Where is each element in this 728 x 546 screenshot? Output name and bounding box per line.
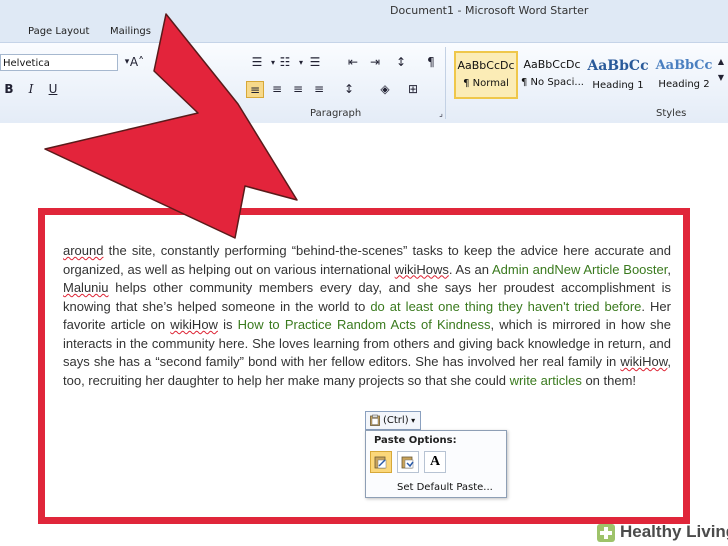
- paste-keep-source-glyph: [374, 456, 387, 469]
- grow-font-icon[interactable]: A˄: [128, 54, 146, 71]
- paste-ctrl-label: (Ctrl): [383, 415, 409, 426]
- font-name-box[interactable]: Helvetica: [0, 54, 118, 71]
- style-sample: AaBbCc: [587, 58, 649, 74]
- style-sample: AaBbCc: [655, 58, 713, 73]
- text-link[interactable]: andNew Article Booster: [533, 262, 668, 277]
- paste-options-menu: Paste Options: A Set Default Paste...: [365, 430, 507, 498]
- healthy-living-logo-icon: [597, 524, 615, 542]
- increase-indent-icon[interactable]: ⇥: [366, 54, 384, 71]
- paste-merge-icon[interactable]: [397, 451, 419, 473]
- paste-text-only-icon[interactable]: A: [424, 451, 446, 473]
- decrease-indent-icon[interactable]: ⇤: [344, 54, 362, 71]
- text-link[interactable]: write articles: [510, 373, 582, 388]
- style-name: Heading 2: [658, 79, 710, 90]
- style-no-spacing[interactable]: AaBbCcDc ¶ No Spaci...: [520, 51, 584, 99]
- spellcheck-word: wikiHows: [394, 261, 449, 277]
- style-sample: AaBbCcDc: [523, 58, 581, 71]
- ribbon-divider: [445, 47, 446, 119]
- text-link[interactable]: Admin: [492, 262, 529, 277]
- chevron-down-icon: ▾: [408, 416, 416, 425]
- paragraph-group-label: Paragraph: [310, 108, 362, 119]
- spellcheck-word: around: [63, 243, 104, 258]
- style-heading-2[interactable]: AaBbCc Heading 2: [652, 51, 716, 99]
- style-name: ¶ Normal: [463, 78, 509, 89]
- style-normal[interactable]: AaBbCcDc ¶ Normal: [454, 51, 518, 99]
- text-link[interactable]: How to Practice Random Acts of Kindness: [238, 317, 491, 332]
- underline-button[interactable]: U: [44, 81, 62, 98]
- ribbon: Helvetica ▾ A˄ B I U ☰ ▾ ☷ ▾ ☰ ⇤ ⇥ ↕ ¶ ≡…: [0, 42, 728, 124]
- paste-keep-source-icon[interactable]: [370, 451, 392, 473]
- title-bar: Document1 - Microsoft Word Starter: [0, 0, 728, 20]
- style-sample: AaBbCcDc: [457, 59, 515, 72]
- align-center-icon[interactable]: ≡: [268, 81, 286, 98]
- spellcheck-word: wikiHow: [170, 317, 218, 332]
- paste-options-button[interactable]: (Ctrl) ▾: [365, 411, 421, 430]
- text-run: . As an: [448, 261, 492, 277]
- text-run: is: [217, 317, 238, 332]
- style-name: Heading 1: [592, 80, 644, 91]
- line-spacing-icon[interactable]: ↕: [340, 81, 358, 98]
- window-title: Document1 - Microsoft Word Starter: [390, 4, 589, 17]
- styles-scroll-up-icon[interactable]: ▲: [712, 53, 728, 70]
- bold-button[interactable]: B: [0, 81, 18, 98]
- tab-page-layout[interactable]: Page Layout: [28, 26, 89, 37]
- watermark-text: Healthy Living: [620, 522, 728, 541]
- spellcheck-word: wikiHow: [620, 354, 668, 369]
- ribbon-tab-bar: Page Layout Mailings: [0, 20, 728, 42]
- document-body-text[interactable]: around the site, constantly performing “…: [63, 242, 671, 390]
- styles-group-label: Styles: [656, 108, 687, 119]
- pilcrow-icon[interactable]: ¶: [422, 54, 440, 71]
- style-heading-1[interactable]: AaBbCc Heading 1: [586, 51, 650, 99]
- paste-merge-glyph: [401, 456, 414, 469]
- italic-button[interactable]: I: [22, 81, 40, 98]
- clipboard-icon: [370, 414, 380, 426]
- spellcheck-word: Maluniu: [63, 280, 109, 295]
- borders-icon[interactable]: ⊞: [404, 81, 422, 98]
- justify-icon[interactable]: ≡: [310, 81, 328, 98]
- multilevel-list-icon[interactable]: ☰: [306, 54, 324, 71]
- styles-scroll-down-icon[interactable]: ▼: [712, 69, 728, 86]
- style-name: ¶ No Spaci...: [521, 77, 583, 88]
- set-default-paste-item[interactable]: Set Default Paste...: [397, 482, 493, 493]
- text-run: on them!: [581, 372, 637, 388]
- paste-menu-title: Paste Options:: [374, 435, 457, 446]
- sort-icon[interactable]: ↕: [392, 54, 410, 71]
- align-right-icon[interactable]: ≡: [289, 81, 307, 98]
- align-left-icon[interactable]: ≡: [246, 81, 264, 98]
- shading-icon[interactable]: ◈: [376, 81, 394, 98]
- tab-mailings[interactable]: Mailings: [110, 26, 151, 37]
- paragraph-dialog-launcher-icon[interactable]: ⌟: [432, 105, 450, 122]
- text-run: ,: [667, 261, 671, 277]
- text-link[interactable]: do at least one thing they haven't tried…: [370, 299, 641, 314]
